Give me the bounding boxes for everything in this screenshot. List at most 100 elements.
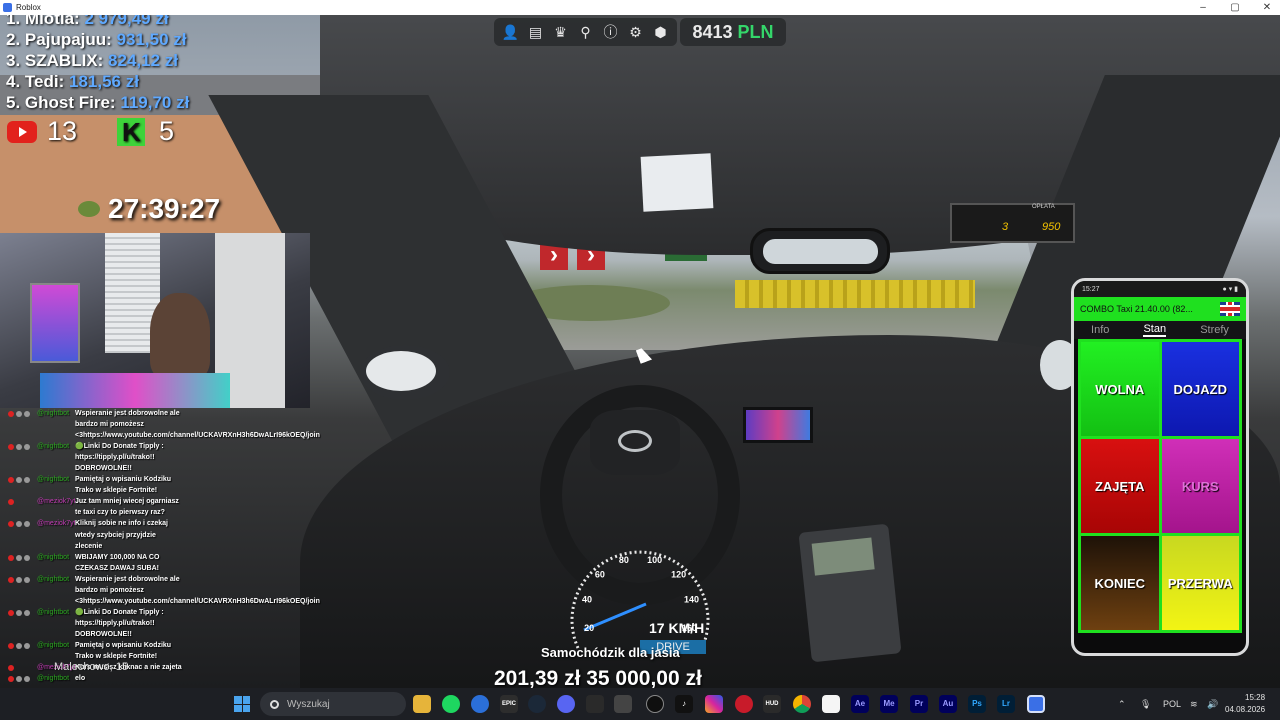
ae-icon[interactable]: Ae: [851, 695, 869, 713]
tab-info[interactable]: Info: [1091, 324, 1109, 336]
app-icon[interactable]: [646, 695, 664, 713]
edge-icon[interactable]: [471, 695, 489, 713]
chat-message: @nightbot Pamiętaj o wpisaniu Kodziku Tr…: [0, 474, 185, 496]
speed-mark-label: 40: [582, 595, 592, 605]
phone-status-icons: ● ▾ ▮: [1222, 286, 1238, 293]
status-zajeta-button[interactable]: ZAJĘTA: [1081, 439, 1159, 533]
streamer: [150, 293, 210, 378]
chat-message: @nightbot Wspieranie jest dobrowolne ale…: [0, 408, 320, 441]
chrome-icon[interactable]: [793, 695, 811, 713]
stream-timer: 27:39:27: [78, 193, 220, 225]
tab-stan[interactable]: Stan: [1143, 323, 1167, 337]
kick-count: 5: [159, 116, 175, 146]
chat-overlay: @nightbot Wspieranie jest dobrowolne ale…: [0, 408, 320, 720]
windows-taskbar: Wyszukaj EPIC ♪ HUD Ae Me Pr Au Ps Lr ⌃ …: [0, 688, 1280, 720]
sun-visor-note: [640, 153, 714, 212]
start-button[interactable]: [234, 696, 250, 712]
chat-username: @nightbot: [37, 476, 70, 484]
taxi-meter-label: OPŁATA: [1032, 204, 1055, 210]
window-title: Roblox: [16, 3, 41, 12]
status-koniec-button[interactable]: KONIEC: [1081, 536, 1159, 630]
taxi-meter-tariff: 3: [1002, 221, 1009, 233]
xbox-icon[interactable]: [586, 695, 604, 713]
map-pin-icon[interactable]: ⚲: [577, 23, 595, 41]
instagram-icon[interactable]: [705, 695, 723, 713]
frog-emote-icon: [78, 201, 100, 217]
status-przerwa-button[interactable]: PRZERWA: [1161, 536, 1239, 630]
lr-icon[interactable]: Lr: [997, 695, 1015, 713]
chat-username: @nightbot: [37, 641, 70, 649]
clock-date: 04.08.2026: [1225, 705, 1266, 714]
taskbar-clock[interactable]: 15:28 04.08.2026: [1225, 692, 1265, 716]
phone-status-bar: 15:27 ● ▾ ▮: [1074, 281, 1246, 297]
spotify-icon[interactable]: [442, 695, 460, 713]
opera-icon[interactable]: [735, 695, 753, 713]
speed-readout: 17 KM/H: [649, 620, 705, 636]
speed-mark-label: 120: [671, 570, 686, 580]
chat-message: @nightbot elo: [0, 673, 185, 684]
status-wolna-button[interactable]: WOLNA: [1081, 342, 1159, 436]
discord-icon[interactable]: [557, 695, 575, 713]
volume-icon[interactable]: 🔊: [1207, 688, 1218, 720]
close-button[interactable]: ✕: [1251, 0, 1280, 15]
pr-icon[interactable]: Pr: [910, 695, 928, 713]
taxi-phone: 15:27 ● ▾ ▮ COMBO Taxi 21.40.00 (82... I…: [1071, 278, 1249, 656]
roblox-icon[interactable]: [1027, 695, 1045, 713]
trophy-icon[interactable]: ♛: [552, 23, 570, 41]
person-icon[interactable]: 👤: [502, 23, 520, 41]
timer-value: 27:39:27: [108, 193, 221, 224]
clock-time: 15:28: [1245, 693, 1266, 702]
au-icon[interactable]: Au: [939, 695, 957, 713]
wifi-icon[interactable]: ≋: [1190, 688, 1198, 720]
steering-wheel-hub: [590, 410, 680, 475]
info-icon[interactable]: ⓘ: [602, 23, 620, 41]
taxi-meter-amount: 950: [1042, 221, 1061, 233]
chat-username: @nightbot: [37, 443, 70, 451]
tray-chevron-icon[interactable]: ⌃: [1118, 688, 1126, 720]
tab-strefy[interactable]: Strefy: [1200, 324, 1229, 336]
steam-icon[interactable]: [528, 695, 546, 713]
epic-icon[interactable]: EPIC: [500, 695, 518, 713]
me-icon[interactable]: Me: [880, 695, 898, 713]
chat-text: Kliknij sobie ne info i czekaj wtedy szy…: [75, 520, 168, 550]
chat-username: @meziok7yt: [37, 498, 75, 506]
search-placeholder: Wyszukaj: [287, 698, 330, 710]
money-currency: PLN: [737, 22, 774, 42]
app-icon[interactable]: [822, 695, 840, 713]
chat-username: @nightbot: [37, 410, 70, 417]
tiktok-icon[interactable]: ♪: [675, 695, 693, 713]
phone-tabs: Info Stan Strefy: [1074, 321, 1246, 339]
speed-mark-label: 100: [647, 555, 662, 565]
rgb-desk: [40, 373, 230, 408]
window-titlebar: Roblox – ▢ ✕: [0, 0, 1280, 15]
chat-text: 🟢Linki Do Donate Tipply : https://tipply…: [75, 443, 164, 473]
app-icon[interactable]: [614, 695, 632, 713]
status-kurs-button[interactable]: KURS: [1161, 439, 1239, 533]
leaderboard: 1. Miotla: 2 979,49 zł 2. Pajupajuu: 931…: [6, 8, 189, 113]
ps-icon[interactable]: Ps: [968, 695, 986, 713]
chat-message: @nightbot 🟢Linki Do Donate Tipply : http…: [0, 441, 185, 474]
location-label: Malechowo, 15: [54, 661, 128, 673]
gear-icon[interactable]: ⚙: [627, 23, 645, 41]
chat-username: @nightbot: [37, 553, 70, 561]
screen: Roblox – ▢ ✕ › › OPŁATA 3 950 👤 ▤ ♛ ⚲ ⓘ …: [0, 0, 1280, 720]
file-explorer-icon[interactable]: [413, 695, 431, 713]
chat-text: Pamiętaj o wpisaniu Kodziku Trako w skle…: [75, 476, 172, 495]
maximize-button[interactable]: ▢: [1219, 0, 1251, 15]
game-toolbar: 👤 ▤ ♛ ⚲ ⓘ ⚙ ⬢: [494, 18, 677, 46]
vehicle-subtitle: Samochódzik dla jasia: [541, 645, 680, 660]
microphone-icon[interactable]: 🎙: [1140, 688, 1151, 720]
taskbar-search[interactable]: Wyszukaj: [260, 692, 406, 716]
youtube-count: 13: [47, 116, 78, 146]
leaderboard-row: 2. Pajupajuu: 931,50 zł: [6, 30, 187, 49]
robux-icon[interactable]: ⬢: [652, 23, 670, 41]
uk-flag-icon[interactable]: [1220, 302, 1240, 316]
hud-icon[interactable]: HUD: [763, 695, 781, 713]
status-dojazd-button[interactable]: DOJAZD: [1161, 342, 1239, 436]
briefcase-icon[interactable]: ▤: [527, 23, 545, 41]
phone-time: 15:27: [1082, 285, 1100, 293]
minimize-button[interactable]: –: [1187, 0, 1219, 15]
chat-text: Juz tam mniej wiecej ogarniasz te taxi c…: [75, 498, 179, 517]
chat-message: @meziok7yt Juz tam mniej wiecej ogarnias…: [0, 496, 185, 518]
language-indicator[interactable]: POL: [1163, 688, 1181, 720]
